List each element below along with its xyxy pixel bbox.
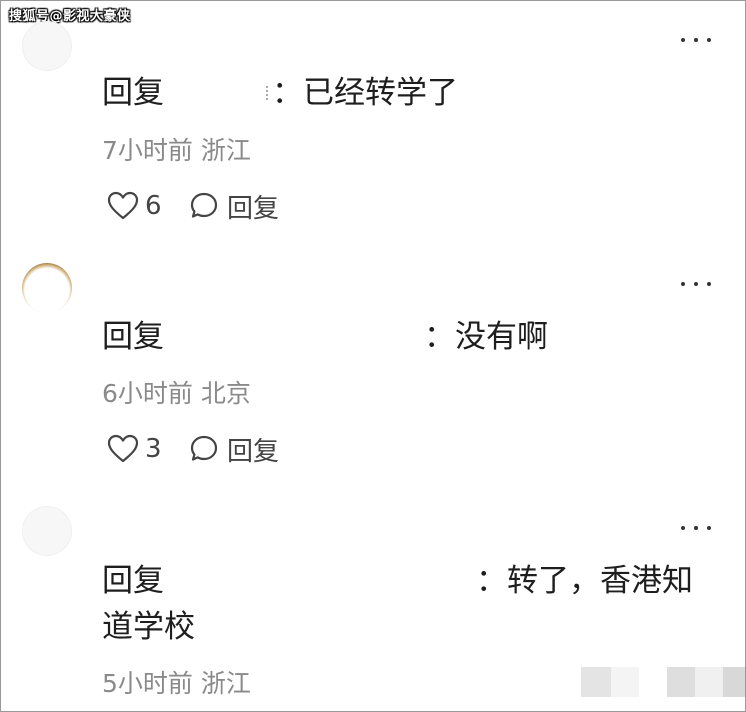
- like-button[interactable]: 6: [107, 191, 175, 221]
- avatar[interactable]: [22, 21, 72, 71]
- comment-meta: 5小时前 浙江: [102, 668, 251, 700]
- heart-outline-icon: [107, 434, 139, 463]
- timestamp: 6小时前: [102, 379, 193, 408]
- reply-text-continued: 道学校: [102, 609, 195, 645]
- more-dots-icon[interactable]: [681, 523, 711, 533]
- reply-line: 回复 ：转了，香港知: [102, 559, 693, 603]
- comment-actions: 6 回复: [107, 188, 279, 225]
- comment-meta: 6小时前 北京: [102, 378, 251, 410]
- reply-text: ：已经转学了: [272, 75, 458, 111]
- location: 浙江: [200, 136, 251, 165]
- location: 北京: [200, 379, 251, 408]
- comment-meta: 7小时前 浙江: [102, 135, 251, 167]
- like-button[interactable]: 3: [107, 434, 175, 464]
- more-dots-icon[interactable]: [681, 279, 711, 289]
- avatar[interactable]: [22, 263, 72, 313]
- reply-prefix: 回复: [102, 75, 164, 111]
- reply-label: 回复: [227, 436, 280, 467]
- timestamp: 7小时前: [102, 136, 193, 165]
- reply-button[interactable]: 回复: [189, 188, 279, 225]
- comment-actions: 3 回复: [107, 431, 279, 468]
- reply-label: 回复: [227, 193, 280, 224]
- like-count: 6: [145, 191, 162, 221]
- location: 浙江: [200, 669, 251, 698]
- reply-button[interactable]: 回复: [189, 431, 279, 468]
- watermark: 搜狐号@影视大豪侠: [9, 9, 131, 24]
- reply-prefix: 回复: [102, 563, 164, 599]
- comment-thread: 搜狐号@影视大豪侠 回复 ：已经转学了 7小时前 浙江 6 回复 回复 ：没有啊…: [0, 0, 746, 712]
- speech-bubble-icon: [190, 435, 218, 461]
- timestamp: 5小时前: [102, 669, 193, 698]
- reply-prefix: 回复: [102, 319, 164, 355]
- like-count: 3: [145, 434, 162, 464]
- reply-line: 回复 ：已经转学了: [102, 71, 458, 115]
- heart-outline-icon: [107, 191, 139, 220]
- reply-line: 回复 ：没有啊: [102, 315, 548, 359]
- reply-text: ：转了，香港知: [476, 563, 693, 599]
- avatar[interactable]: [22, 506, 72, 556]
- pixelated-overlay: [547, 667, 745, 697]
- reply-text: ：没有啊: [424, 319, 548, 355]
- more-dots-icon[interactable]: [681, 35, 711, 45]
- speech-bubble-icon: [190, 192, 218, 218]
